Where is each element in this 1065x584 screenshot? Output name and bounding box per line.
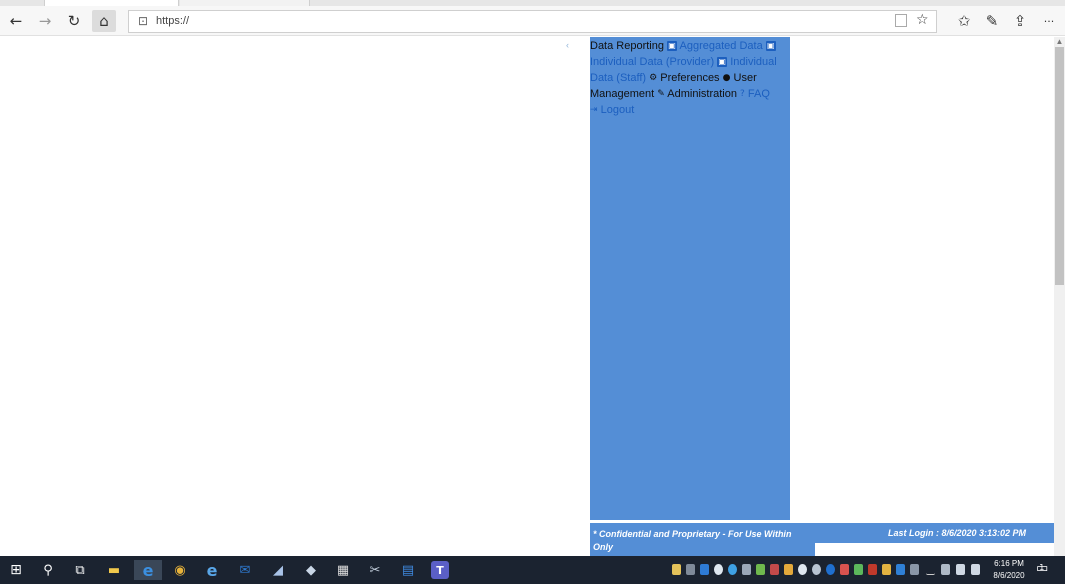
reading-view-icon[interactable] — [895, 14, 907, 27]
clock-time: 6:16 PM — [994, 559, 1024, 568]
taskbar-clock[interactable]: 6:16 PM 8/6/2020 — [988, 558, 1030, 582]
grid-icon: ▣ — [717, 57, 728, 67]
menu-user-management-2[interactable]: Management — [590, 88, 654, 100]
tray-lock-icon[interactable] — [784, 564, 793, 575]
tray-volume-icon[interactable] — [971, 564, 980, 575]
confidential-line-2: Only — [593, 542, 614, 552]
navigation-menu: Data Reporting ▣ Aggregated Data ▣ Indiv… — [590, 37, 790, 520]
tray-wifi-icon[interactable] — [956, 564, 965, 575]
snipping-tool-icon[interactable]: ✂ — [365, 560, 385, 580]
chrome-icon[interactable]: ◉ — [170, 560, 190, 580]
file-explorer-icon[interactable]: ▬ — [104, 560, 124, 580]
grid-icon: ▣ — [667, 41, 678, 51]
menu-individual-data-provider[interactable]: Individual Data (Provider) — [590, 56, 714, 68]
menu-individual-data-staff-2[interactable]: Data (Staff) — [590, 72, 646, 84]
tray-app-icon[interactable] — [742, 564, 751, 575]
tray-mail-icon[interactable] — [672, 564, 681, 575]
menu-data-reporting[interactable]: Data Reporting — [590, 40, 664, 52]
tray-app-icon[interactable] — [868, 564, 877, 575]
tray-app-icon[interactable] — [896, 564, 905, 575]
tray-app-icon[interactable] — [840, 564, 849, 575]
paint-icon[interactable]: ◆ — [301, 560, 321, 580]
outlook-icon[interactable]: ✉ — [235, 560, 255, 580]
browser-toolbar: ← → ↻ ⌂ ⊡ https:// ☆ ✩ ✎ ⇪ ··· — [0, 6, 1065, 36]
menu-user-management-1[interactable]: User — [734, 72, 757, 84]
tray-app-icon[interactable] — [798, 564, 807, 575]
confidential-line-1: * Confidential and Proprietary - For Use… — [593, 529, 792, 539]
url-text[interactable]: https:// — [156, 15, 189, 27]
tray-app-icon[interactable] — [812, 564, 821, 575]
task-view-icon[interactable]: ⧉ — [70, 560, 90, 580]
tray-app-icon[interactable] — [854, 564, 863, 575]
outlook-calendar-icon[interactable]: ▤ — [398, 560, 418, 580]
pen-icon[interactable]: ✎ — [980, 10, 1004, 32]
home-icon[interactable]: ⌂ — [92, 10, 116, 32]
more-icon[interactable]: ··· — [1037, 10, 1061, 32]
address-bar[interactable]: ⊡ https:// ☆ — [128, 10, 937, 33]
last-login: Last Login : 8/6/2020 3:13:02 PM — [888, 528, 1027, 538]
wrench-icon: ✎ — [657, 89, 665, 99]
menu-faq[interactable]: FAQ — [748, 88, 770, 100]
question-icon: ? — [740, 89, 745, 99]
confidential-notice: * Confidential and Proprietary - For Use… — [593, 528, 818, 554]
tray-network-icon[interactable] — [728, 564, 737, 575]
favorite-star-icon[interactable]: ☆ — [916, 12, 929, 28]
teams-icon[interactable]: T — [431, 561, 449, 579]
user-icon: ● — [722, 73, 731, 83]
page-content — [0, 37, 1054, 556]
sign-out-icon: ⇥ — [590, 105, 598, 115]
tray-battery-icon[interactable] — [941, 564, 950, 575]
calculator-icon[interactable]: ▦ — [333, 560, 353, 580]
onenote-icon[interactable]: ◢ — [268, 560, 288, 580]
menu-logout[interactable]: Logout — [601, 104, 635, 116]
collapse-marker[interactable]: ‹ — [566, 40, 569, 50]
gears-icon: ⚙ — [649, 73, 658, 83]
notification-count: 1 — [1039, 563, 1045, 572]
lock-icon: ⊡ — [138, 14, 149, 28]
tray-app-icon[interactable] — [770, 564, 779, 575]
notification-center-icon[interactable]: ▭1 — [1036, 561, 1053, 576]
menu-items: Data Reporting ▣ Aggregated Data ▣ Indiv… — [590, 38, 790, 118]
tray-chart-icon[interactable] — [926, 564, 935, 575]
scroll-up-icon[interactable]: ▲ — [1055, 37, 1064, 47]
internet-explorer-icon[interactable]: e — [202, 560, 222, 580]
menu-aggregated-data[interactable]: Aggregated Data — [680, 40, 763, 52]
menu-administration[interactable]: Administration — [667, 88, 737, 100]
windows-start-icon[interactable]: ⊞ — [6, 560, 26, 580]
page-footer: * Confidential and Proprietary - For Use… — [590, 523, 1054, 556]
redaction-block — [815, 543, 1054, 556]
menu-individual-data-staff-1[interactable]: Individual — [730, 56, 776, 68]
tray-app-icon[interactable] — [826, 564, 835, 575]
tray-app-icon[interactable] — [882, 564, 891, 575]
search-icon[interactable]: ⚲ — [38, 560, 58, 580]
edge-icon[interactable]: e — [134, 560, 162, 580]
forward-icon[interactable]: → — [33, 10, 57, 32]
grid-icon: ▣ — [765, 41, 776, 51]
tray-sync-icon[interactable] — [714, 564, 723, 575]
windows-taskbar: ⊞ ⚲ ⧉ ▬ e ◉ e ✉ ◢ ◆ ▦ ✂ ▤ T 6:16 PM 8/6/… — [0, 556, 1065, 584]
scrollbar-thumb[interactable] — [1055, 47, 1064, 285]
favorites-list-icon[interactable]: ✩ — [952, 10, 976, 32]
tray-app-icon[interactable] — [686, 564, 695, 575]
tray-app-icon[interactable] — [910, 564, 919, 575]
menu-preferences[interactable]: Preferences — [660, 72, 719, 84]
clock-date: 8/6/2020 — [993, 571, 1025, 580]
back-icon[interactable]: ← — [4, 10, 28, 32]
refresh-icon[interactable]: ↻ — [62, 10, 86, 32]
tray-outlook-icon[interactable] — [700, 564, 709, 575]
vertical-scrollbar[interactable]: ▲ — [1054, 37, 1065, 556]
tray-app-icon[interactable] — [756, 564, 765, 575]
share-icon[interactable]: ⇪ — [1008, 10, 1032, 32]
